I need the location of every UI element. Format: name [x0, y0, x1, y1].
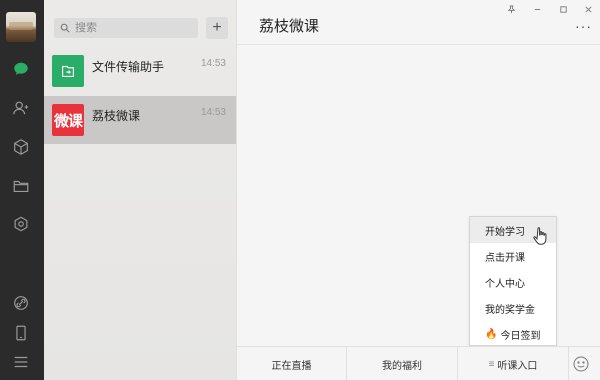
chat-name: 荔枝微课 — [92, 109, 141, 123]
folder-icon[interactable] — [10, 175, 32, 197]
avatar[interactable] — [6, 12, 36, 42]
phone-icon[interactable] — [10, 322, 32, 344]
chat-icon[interactable] — [10, 58, 32, 80]
maximize-icon[interactable] — [557, 3, 569, 15]
contacts-icon[interactable] — [10, 97, 32, 119]
app-sidebar — [0, 0, 44, 380]
menu-item-label: 开始学习 — [485, 226, 525, 238]
chat-title: 荔枝微课 — [259, 18, 320, 35]
chat-time: 14:53 — [200, 58, 226, 69]
menu-item-label: 我的奖学金 — [485, 304, 535, 316]
service-menu-bar: 正在直播 我的福利 ≡ 听课入口 — [237, 346, 600, 380]
tab-label: 听课入口 — [497, 360, 538, 372]
settings-icon[interactable] — [10, 213, 32, 235]
service-menu-popup: 开始学习 点击开课 个人中心 我的奖学金 🔥 今日签到 — [469, 216, 557, 346]
menu-icon[interactable] — [10, 351, 32, 373]
menu-item-start-course[interactable]: 点击开课 — [470, 243, 556, 269]
tab-live[interactable]: 正在直播 — [237, 347, 347, 380]
chat-list: + 文件传输助手 14:53 微课 荔枝微课 14:53 — [44, 0, 236, 380]
add-chat-button[interactable]: + — [206, 17, 228, 39]
menu-item-daily-checkin[interactable]: 🔥 今日签到 — [470, 321, 556, 347]
search-box[interactable] — [54, 18, 198, 38]
tab-benefits[interactable]: 我的福利 — [347, 347, 458, 380]
menu-item-scholarship[interactable]: 我的奖学金 — [470, 295, 556, 321]
menu-item-label: 今日签到 — [500, 330, 541, 342]
cube-icon[interactable] — [10, 136, 32, 158]
search-icon — [60, 23, 70, 33]
file-transfer-icon — [52, 55, 84, 87]
menu-item-personal-center[interactable]: 个人中心 — [470, 269, 556, 295]
chat-window: 荔枝微课 ··· 开始学习 点击开课 个人中心 我的奖学金 🔥 今日签到 正在直… — [236, 0, 600, 380]
minimize-icon[interactable] — [531, 3, 543, 15]
tab-course-entry[interactable]: ≡ 听课入口 — [458, 347, 569, 380]
fire-icon: 🔥 — [485, 328, 498, 340]
link-icon[interactable] — [10, 292, 32, 314]
chat-item-file-transfer[interactable]: 文件传输助手 14:53 — [44, 47, 236, 95]
lizhi-logo: 微课 — [52, 104, 84, 136]
more-options-icon[interactable]: ··· — [575, 18, 592, 34]
tab-label: 正在直播 — [271, 360, 312, 372]
search-input[interactable] — [75, 22, 185, 34]
pin-icon[interactable] — [505, 3, 517, 15]
chat-time: 14:53 — [200, 107, 226, 118]
menu-item-label: 个人中心 — [485, 278, 525, 290]
submenu-icon: ≡ — [488, 358, 495, 370]
chat-item-lizhi[interactable]: 微课 荔枝微课 14:53 — [44, 96, 236, 144]
chat-name: 文件传输助手 — [92, 60, 165, 74]
tab-label: 我的福利 — [382, 360, 422, 372]
header-divider — [237, 44, 600, 45]
menu-item-label: 点击开课 — [485, 252, 525, 264]
emoji-keyboard-icon[interactable] — [572, 355, 590, 373]
close-icon[interactable] — [582, 3, 594, 15]
